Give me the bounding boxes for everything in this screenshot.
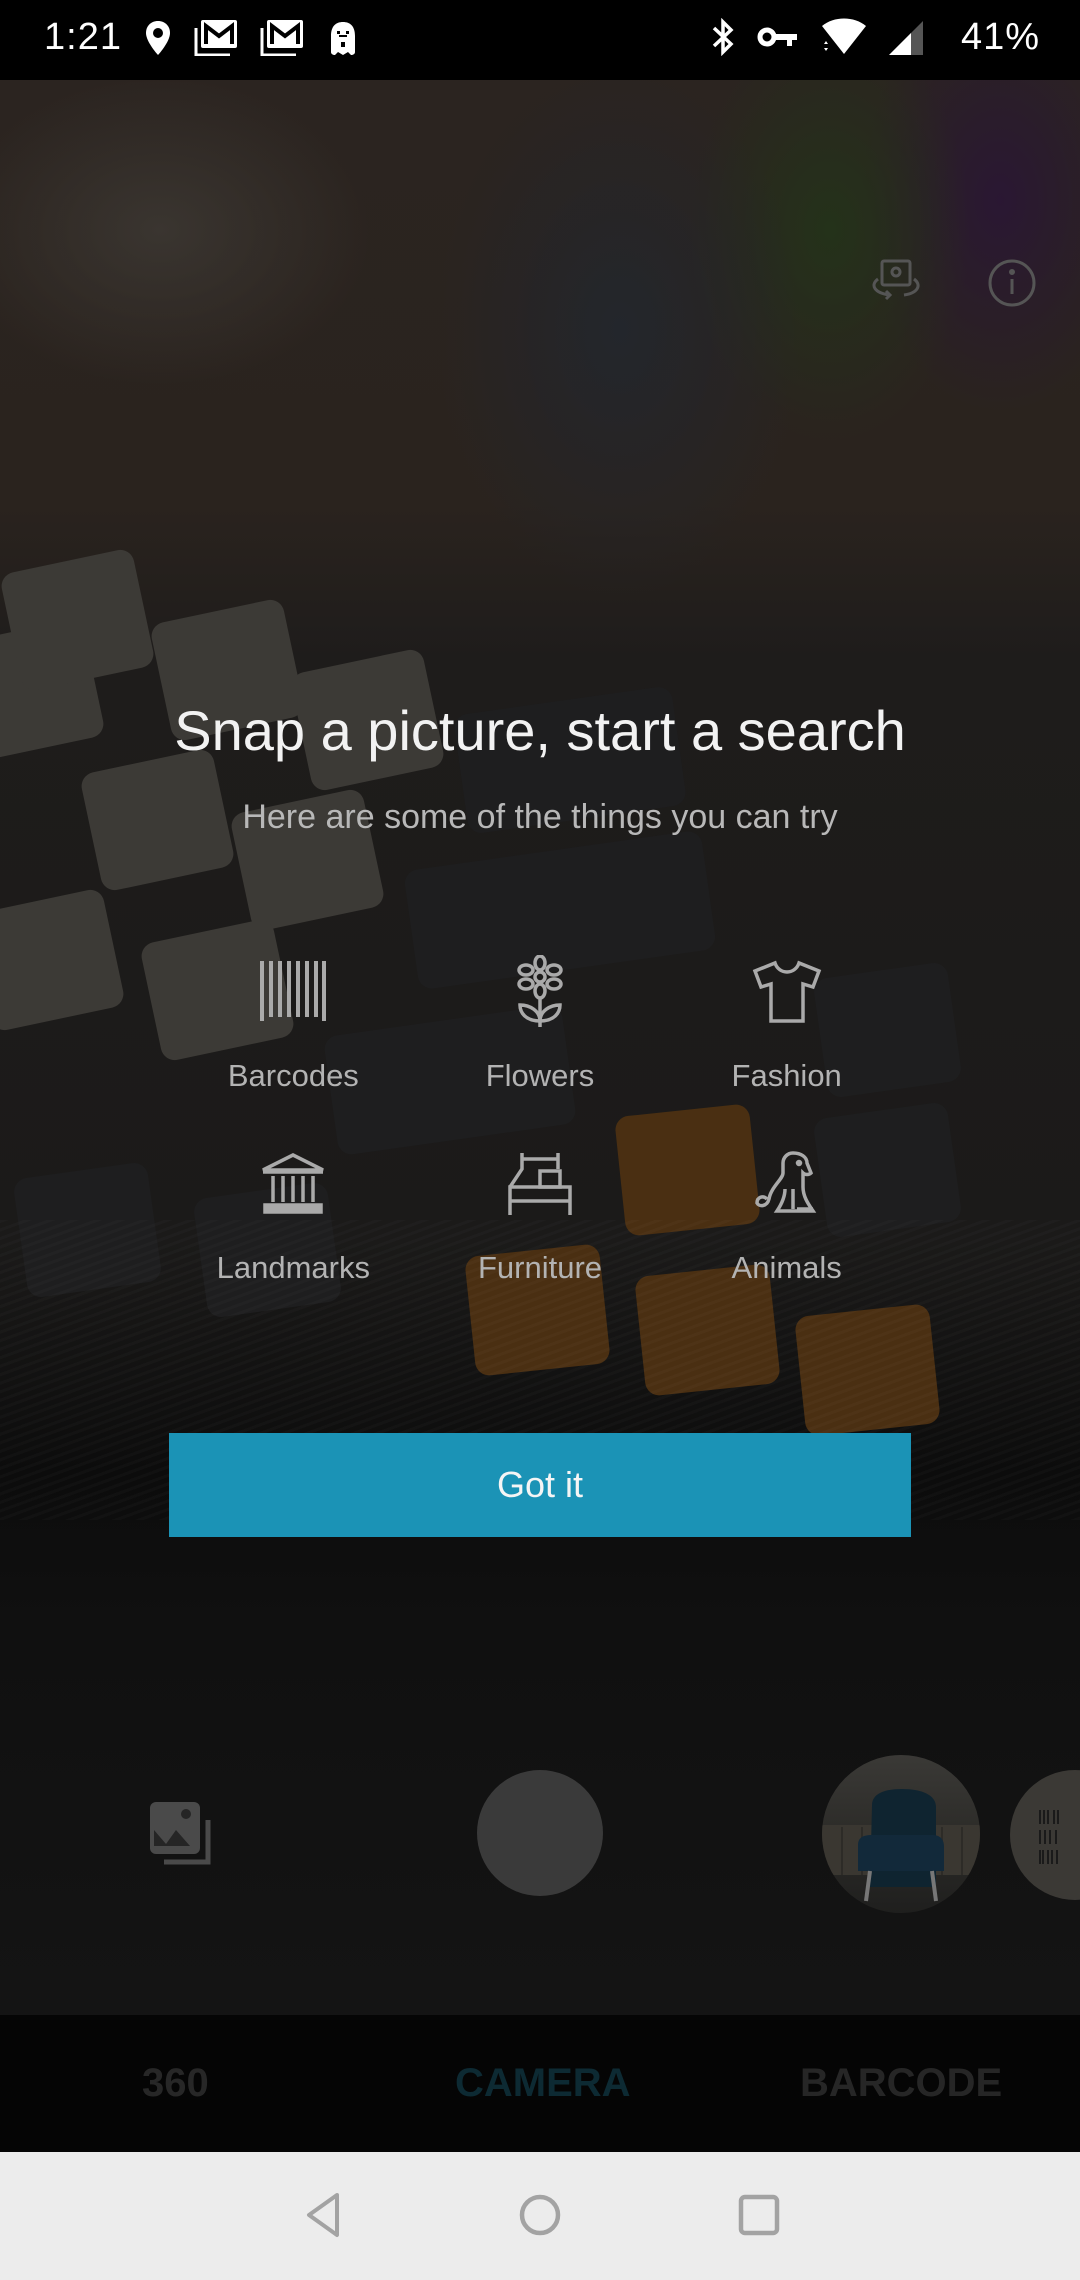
tab-360[interactable]: 360 <box>142 2061 209 2106</box>
gmail-icon <box>259 20 303 61</box>
recents-button[interactable] <box>734 2192 784 2242</box>
got-it-button[interactable]: Got it <box>169 1433 911 1537</box>
gallery-icon <box>148 1802 216 1872</box>
tshirt-icon <box>742 950 832 1034</box>
info-icon[interactable] <box>984 255 1040 311</box>
recents-icon <box>738 2194 780 2241</box>
flip-camera-icon[interactable] <box>868 255 924 311</box>
category-landmarks: Landmarks <box>170 1142 417 1286</box>
status-time: 1:21 <box>44 16 122 58</box>
bluetooth-icon <box>711 17 735 61</box>
mode-tab-bar: 360 CAMERA BARCODE <box>0 2015 1080 2152</box>
onboarding-title: Snap a picture, start a search <box>174 699 906 762</box>
category-grid: Barcodes Flowers Fashion Landmarks Furni… <box>170 950 910 1286</box>
landmark-icon <box>248 1142 338 1226</box>
back-button[interactable] <box>298 2192 348 2242</box>
system-icons <box>711 17 925 61</box>
flower-icon <box>495 950 585 1034</box>
shutter-button[interactable] <box>477 1770 603 1896</box>
cell-signal-icon <box>889 19 925 60</box>
home-icon <box>518 2193 562 2242</box>
furniture-bed-icon <box>495 1142 585 1226</box>
chair-thumbnail[interactable] <box>822 1755 980 1913</box>
tab-barcode[interactable]: BARCODE <box>800 2061 1002 2106</box>
category-fashion: Fashion <box>663 950 910 1094</box>
category-barcodes: Barcodes <box>170 950 417 1094</box>
category-label: Animals <box>731 1250 842 1285</box>
wifi-icon <box>821 18 867 61</box>
category-label: Furniture <box>477 1250 603 1285</box>
status-bar: 1:21 41% <box>0 0 1080 80</box>
vpn-key-icon <box>757 25 799 54</box>
back-icon <box>303 2192 343 2243</box>
tab-camera[interactable]: CAMERA <box>455 2061 631 2106</box>
category-label: Fashion <box>731 1058 842 1093</box>
category-flowers: Flowers <box>417 950 664 1094</box>
location-icon <box>145 21 171 60</box>
dog-icon <box>742 1142 832 1226</box>
category-label: Landmarks <box>216 1250 370 1285</box>
vpn-lock-icon <box>325 20 361 61</box>
notification-icons <box>145 20 361 61</box>
battery-level: 41% <box>960 16 1040 58</box>
gmail-icon <box>193 20 237 61</box>
barcode-icon <box>248 950 338 1034</box>
onboarding-subtitle: Here are some of the things you can try <box>242 798 838 836</box>
category-furniture: Furniture <box>417 1142 664 1286</box>
camera-top-actions <box>868 255 1040 311</box>
system-navigation-bar <box>0 2152 1080 2280</box>
category-animals: Animals <box>663 1142 910 1286</box>
home-button[interactable] <box>515 2192 565 2242</box>
gallery-button[interactable] <box>148 1800 216 1868</box>
category-label: Flowers <box>485 1058 595 1093</box>
category-label: Barcodes <box>227 1058 359 1093</box>
